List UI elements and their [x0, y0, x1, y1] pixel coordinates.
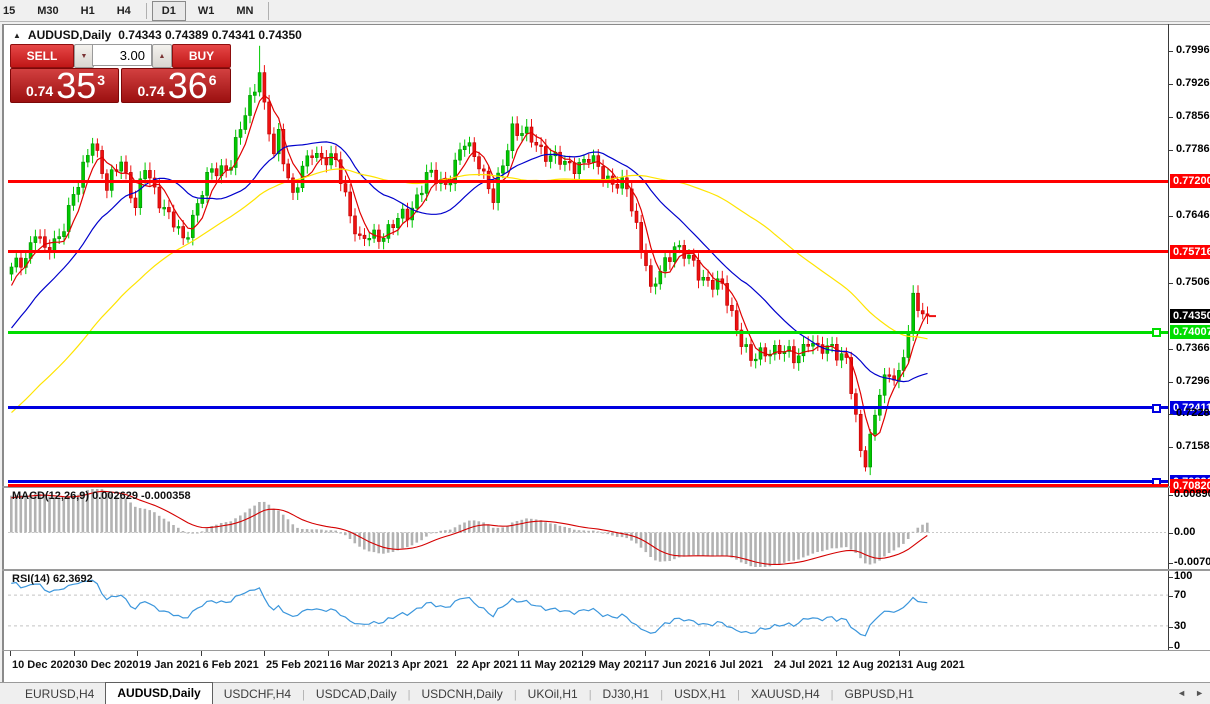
date-axis-tick — [836, 651, 837, 656]
level-line-0.75716 — [8, 250, 1168, 253]
macd-axis-tick — [1168, 495, 1173, 496]
price-axis-tick-label: 0.72960 — [1176, 375, 1210, 387]
chevron-down-icon: ▼ — [81, 53, 88, 60]
date-axis-label: 6 Jul 2021 — [711, 659, 764, 671]
date-axis-label: 24 Jul 2021 — [774, 659, 833, 671]
level-line-0.70820 — [8, 484, 1168, 487]
date-axis-tick — [74, 651, 75, 656]
price-axis-tick — [1168, 283, 1173, 284]
price-level-label: 0.77200 — [1170, 174, 1210, 188]
rsi-axis-label: 70 — [1174, 589, 1186, 601]
date-axis-label: 3 Apr 2021 — [393, 659, 448, 671]
date-axis-tick — [391, 651, 392, 656]
price-axis-tick — [1168, 84, 1173, 85]
sell-price-box[interactable]: 0.74 35 3 — [10, 68, 119, 103]
rsi-axis-label: 0 — [1174, 640, 1180, 652]
date-axis-label: 10 Dec 2020 — [12, 659, 75, 671]
sell-price-main: 0.74 — [26, 83, 53, 99]
buy-price-box[interactable]: 0.74 36 6 — [121, 68, 231, 103]
chart-title: ▲ AUDUSD,Daily 0.74343 0.74389 0.74341 0… — [13, 28, 302, 42]
date-axis-label: 11 May 2021 — [520, 659, 584, 671]
price-axis-tick — [1168, 447, 1173, 448]
price-axis-tick-label: 0.78560 — [1176, 110, 1210, 122]
rsi-axis-tick — [1168, 627, 1173, 628]
date-axis-tick — [10, 651, 11, 656]
price-level-label: 0.74007 — [1170, 325, 1210, 339]
tab-scroll-right-icon[interactable]: ► — [1195, 688, 1204, 698]
price-axis-tick-label: 0.77860 — [1176, 143, 1210, 155]
price-axis-tick — [1168, 150, 1173, 151]
price-axis-tick-label: 0.73660 — [1176, 342, 1210, 354]
date-axis-label: 30 Dec 2020 — [76, 659, 139, 671]
date-axis-tick — [582, 651, 583, 656]
price-axis-tick — [1168, 414, 1173, 415]
level-line-handle[interactable] — [1152, 328, 1161, 337]
sell-price-pips: 35 — [56, 69, 96, 103]
chevron-up-icon: ▲ — [159, 53, 166, 60]
rsi-axis-label: 30 — [1174, 620, 1186, 632]
date-axis-label: 19 Jan 2021 — [139, 659, 201, 671]
date-axis-tick — [455, 651, 456, 656]
rsi-axis-tick — [1168, 577, 1173, 578]
rsi-indicator-label: RSI(14) 62.3692 — [12, 573, 93, 585]
tab-scroll-arrows: ◄ ► — [1177, 688, 1204, 698]
terminal-root: 15M30H1H4D1W1MN 0.772000.757160.740070.7… — [0, 0, 1210, 704]
buy-price-point: 6 — [209, 72, 217, 88]
date-axis-tick — [709, 651, 710, 656]
chart-ohlc-quotes: 0.74343 0.74389 0.74341 0.74350 — [118, 28, 302, 42]
rsi-axis-tick — [1168, 647, 1173, 648]
macd-axis-tick — [1168, 563, 1173, 564]
date-axis-tick — [328, 651, 329, 656]
macd-axis-label: 0.008904 — [1174, 488, 1210, 500]
chart-symbol-period: AUDUSD,Daily — [28, 28, 111, 42]
level-line-0.74007 — [8, 331, 1168, 334]
chart-overlays: 0.772000.757160.740070.724110.708260.708… — [0, 0, 1210, 704]
date-axis-tick — [518, 651, 519, 656]
date-axis-label: 6 Feb 2021 — [203, 659, 259, 671]
tab-scroll-left-icon[interactable]: ◄ — [1177, 688, 1186, 698]
date-axis-tick — [899, 651, 900, 656]
date-axis-tick — [772, 651, 773, 656]
price-axis-tick — [1168, 349, 1173, 350]
volume-input[interactable]: 3.00 — [92, 44, 152, 66]
current-price-label: 0.74350 — [1170, 309, 1210, 323]
collapse-chart-icon[interactable]: ▲ — [13, 31, 21, 40]
price-axis-tick — [1168, 216, 1173, 217]
price-axis-tick-label: 0.71580 — [1176, 440, 1210, 452]
price-axis-tick-label: 0.76460 — [1176, 209, 1210, 221]
date-axis-label: 31 Aug 2021 — [901, 659, 965, 671]
level-line-0.77200 — [8, 180, 1168, 183]
macd-axis-label: -0.007013 — [1174, 556, 1210, 568]
macd-indicator-label: MACD(12,26,9) 0.002629 -0.000358 — [12, 490, 191, 502]
level-line-handle[interactable] — [1152, 404, 1161, 413]
date-axis-tick — [645, 651, 646, 656]
date-axis-tick — [264, 651, 265, 656]
price-axis-tick — [1168, 51, 1173, 52]
rsi-axis-tick — [1168, 596, 1173, 597]
sell-price-point: 3 — [97, 72, 105, 88]
date-axis-tick — [137, 651, 138, 656]
date-axis-label: 16 Mar 2021 — [330, 659, 392, 671]
rsi-axis-label: 100 — [1174, 570, 1192, 582]
macd-axis-tick — [1168, 533, 1173, 534]
date-axis-tick — [201, 651, 202, 656]
price-axis-tick — [1168, 117, 1173, 118]
buy-price-pips: 36 — [168, 69, 208, 103]
price-axis-tick-label: 0.75060 — [1176, 276, 1210, 288]
level-line-0.70826 — [8, 480, 1168, 483]
price-level-label: 0.75716 — [1170, 245, 1210, 259]
date-axis-label: 17 Jun 2021 — [647, 659, 709, 671]
price-axis-tick-label: 0.79960 — [1176, 44, 1210, 56]
date-axis-label: 22 Apr 2021 — [457, 659, 518, 671]
level-line-0.72411 — [8, 406, 1168, 409]
date-axis-label: 29 May 2021 — [584, 659, 648, 671]
buy-price-main: 0.74 — [137, 83, 164, 99]
price-axis-tick-label: 0.72280 — [1176, 407, 1210, 419]
price-axis-tick — [1168, 382, 1173, 383]
date-axis-label: 25 Feb 2021 — [266, 659, 328, 671]
macd-axis-label: 0.00 — [1174, 526, 1195, 538]
date-axis-label: 12 Aug 2021 — [838, 659, 902, 671]
price-axis-tick-label: 0.79260 — [1176, 77, 1210, 89]
